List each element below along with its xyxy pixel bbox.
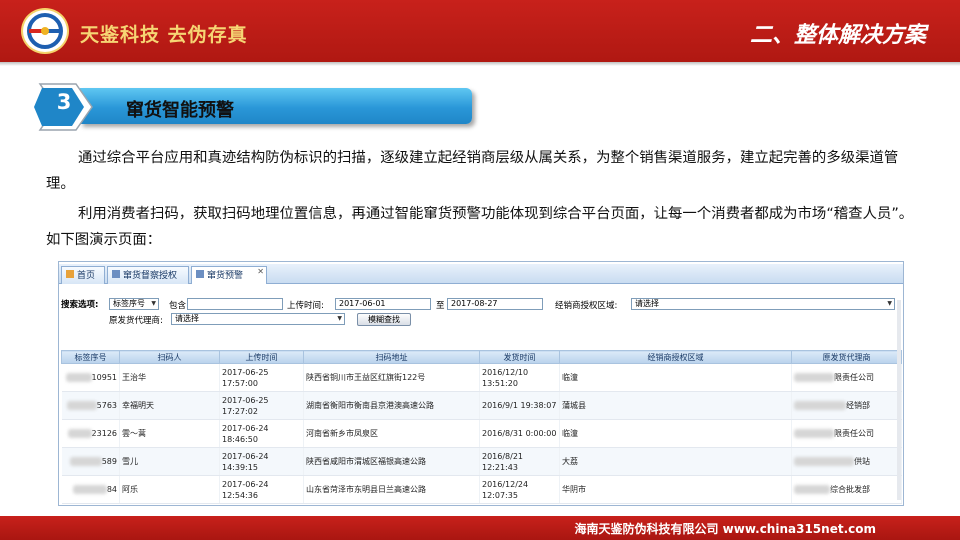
source-agent-select[interactable]: 请选择 bbox=[171, 313, 345, 325]
cell-scanner: 阿乐 bbox=[122, 485, 138, 494]
section-number: 3 bbox=[56, 90, 72, 114]
column-header[interactable]: 原发货代理商 bbox=[791, 350, 902, 364]
platform-screenshot: 首页 窜货督察授权 窜货预警 ✕ 搜索选项: 标签序号 包含 上传时间: 201… bbox=[58, 261, 904, 506]
cell-scan-address[interactable]: 陕西省咸阳市渭城区福银高速公路 bbox=[306, 457, 426, 466]
redacted-mask bbox=[67, 429, 92, 438]
tab-strip: 首页 窜货督察授权 窜货预警 ✕ bbox=[59, 264, 903, 284]
cell-region: 大荔 bbox=[562, 457, 578, 466]
footer-bar: 海南天鉴防伪科技有限公司 www.china315net.com bbox=[0, 516, 960, 540]
tab-diversion-warning[interactable]: 窜货预警 ✕ bbox=[191, 266, 267, 284]
cell-scanner: 雪儿 bbox=[122, 457, 138, 466]
tab-label: 窜货督察授权 bbox=[123, 271, 178, 281]
keyword-input[interactable] bbox=[187, 298, 283, 310]
brand-slogan: 天鉴科技 去伪存真 bbox=[80, 24, 248, 46]
redacted-mask bbox=[794, 373, 834, 382]
upload-time-label: 上传时间: bbox=[287, 301, 324, 311]
cell-upload-time: 2017-06-25 17:57:00 bbox=[222, 367, 269, 388]
column-header[interactable]: 发货时间 bbox=[479, 350, 560, 364]
cell-agent: 限责任公司 bbox=[834, 429, 874, 438]
field-select[interactable]: 标签序号 bbox=[109, 298, 159, 310]
search-options-label: 搜索选项: bbox=[61, 300, 99, 310]
cell-agent: 供站 bbox=[854, 457, 870, 466]
cell-agent: 综合批发部 bbox=[830, 485, 870, 494]
cell-agent: 限责任公司 bbox=[834, 373, 874, 382]
cell-scanner: 王治华 bbox=[122, 373, 146, 382]
cell-region: 临潼 bbox=[562, 429, 578, 438]
section-title: 二、整体解决方案 bbox=[749, 23, 926, 48]
cell-agent: 经销部 bbox=[846, 401, 870, 410]
column-header[interactable]: 经销商授权区域 bbox=[559, 350, 792, 364]
search-panel: 搜索选项: 标签序号 包含 上传时间: 2017-06-01 至 2017-08… bbox=[61, 292, 903, 344]
to-label: 至 bbox=[436, 301, 445, 311]
cell-scanner: 雲～蒿 bbox=[122, 429, 146, 438]
cell-scan-address[interactable]: 山东省菏泽市东明县日兰高速公路 bbox=[306, 485, 426, 494]
cell-scanner: 幸福明天 bbox=[122, 401, 154, 410]
table-row[interactable]: 84 阿乐 2017-06-24 12:54:36 山东省菏泽市东明县日兰高速公… bbox=[61, 475, 902, 504]
cell-upload-time: 2017-06-25 17:27:02 bbox=[222, 395, 269, 416]
paragraph-text: 通过综合平台应用和真迹结构防伪标识的扫描，逐级建立起经销商层级从属关系，为整个销… bbox=[46, 150, 899, 192]
contains-label: 包含 bbox=[169, 301, 187, 311]
cell-scan-address[interactable]: 河南省新乡市凤泉区 bbox=[306, 429, 378, 438]
cell-ship-time: 2016/8/31 0:00:00 bbox=[482, 429, 557, 438]
redacted-mask bbox=[65, 373, 92, 382]
tab-home[interactable]: 首页 bbox=[61, 266, 105, 284]
redacted-mask bbox=[794, 429, 834, 438]
table-row[interactable]: 589 雪儿 2017-06-24 14:39:15 陕西省咸阳市渭城区福银高速… bbox=[61, 447, 902, 476]
redacted-mask bbox=[66, 401, 97, 410]
footer-company-url: 海南天鉴防伪科技有限公司 www.china315net.com bbox=[574, 522, 876, 536]
cell-id: 84 bbox=[106, 485, 117, 494]
cell-ship-time: 2016/8/21 12:21:43 bbox=[482, 451, 524, 472]
table-row[interactable]: 23126 雲～蒿 2017-06-24 18:46:50 河南省新乡市凤泉区 … bbox=[61, 419, 902, 448]
cell-scan-address[interactable]: 陕西省铜川市王益区红旗街122号 bbox=[306, 373, 425, 382]
cell-region: 蒲城县 bbox=[562, 401, 586, 410]
redacted-mask bbox=[69, 457, 102, 466]
fuzzy-search-button[interactable]: 模糊查找 bbox=[357, 313, 411, 326]
cell-region: 临潼 bbox=[562, 373, 578, 382]
redacted-mask bbox=[72, 485, 107, 494]
table-header-row: 标签序号 扫码人 上传时间 扫码地址 发货时间 经销商授权区域 原发货代理商 bbox=[61, 350, 902, 364]
top-banner: 天鉴科技 去伪存真 二、整体解决方案 bbox=[0, 0, 960, 66]
region-label: 经销商授权区域: bbox=[555, 301, 618, 311]
cell-upload-time: 2017-06-24 18:46:50 bbox=[222, 423, 269, 444]
table-row[interactable]: 10951 王治华 2017-06-25 17:57:00 陕西省铜川市王益区红… bbox=[61, 363, 902, 392]
column-header[interactable]: 标签序号 bbox=[61, 350, 120, 364]
tab-channel-authorization[interactable]: 窜货督察授权 bbox=[107, 266, 189, 284]
date-from-input[interactable]: 2017-06-01 bbox=[335, 298, 431, 310]
cell-ship-time: 2016/12/24 12:07:35 bbox=[482, 479, 529, 500]
source-agent-label: 原发货代理商: bbox=[109, 316, 163, 326]
column-header[interactable]: 扫码人 bbox=[119, 350, 220, 364]
cell-id: 23126 bbox=[91, 429, 117, 438]
subsection-title: 窜货智能预警 bbox=[126, 100, 234, 121]
tag-icon bbox=[112, 270, 120, 278]
cell-ship-time: 2016/12/10 13:51:20 bbox=[482, 367, 529, 388]
date-to-input[interactable]: 2017-08-27 bbox=[447, 298, 543, 310]
warning-table: 标签序号 扫码人 上传时间 扫码地址 发货时间 经销商授权区域 原发货代理商 1… bbox=[61, 350, 902, 504]
tab-label: 窜货预警 bbox=[207, 271, 244, 281]
column-header[interactable]: 扫码地址 bbox=[303, 350, 480, 364]
redacted-mask bbox=[794, 457, 854, 466]
scrollbar[interactable] bbox=[897, 300, 901, 500]
company-logo bbox=[21, 8, 69, 54]
redacted-mask bbox=[794, 485, 830, 494]
cell-ship-time: 2016/9/1 19:38:07 bbox=[482, 401, 557, 410]
paragraph-channel-management: 通过综合平台应用和真迹结构防伪标识的扫描，逐级建立起经销商层级从属关系，为整个销… bbox=[46, 145, 926, 197]
redacted-mask bbox=[794, 401, 846, 410]
column-header[interactable]: 上传时间 bbox=[219, 350, 304, 364]
region-select[interactable]: 请选择 bbox=[631, 298, 895, 310]
cell-id: 589 bbox=[101, 457, 117, 466]
paragraph-text: 利用消费者扫码，获取扫码地理位置信息，再通过智能窜货预警功能体现到综合平台页面，… bbox=[46, 206, 914, 248]
cell-region: 华阴市 bbox=[562, 485, 586, 494]
cell-upload-time: 2017-06-24 14:39:15 bbox=[222, 451, 269, 472]
cell-upload-time: 2017-06-24 12:54:36 bbox=[222, 479, 269, 500]
tab-label: 首页 bbox=[77, 271, 96, 281]
cell-scan-address[interactable]: 湖南省衡阳市衡南县京港澳高速公路 bbox=[306, 401, 434, 410]
cell-id: 10951 bbox=[91, 373, 117, 382]
close-icon[interactable]: ✕ bbox=[257, 263, 264, 281]
paragraph-consumer-scan: 利用消费者扫码，获取扫码地理位置信息，再通过智能窜货预警功能体现到综合平台页面，… bbox=[46, 201, 926, 253]
cell-id: 5763 bbox=[96, 401, 117, 410]
home-icon bbox=[66, 270, 74, 278]
table-row[interactable]: 5763 幸福明天 2017-06-25 17:27:02 湖南省衡阳市衡南县京… bbox=[61, 391, 902, 420]
tag-icon bbox=[196, 270, 204, 278]
